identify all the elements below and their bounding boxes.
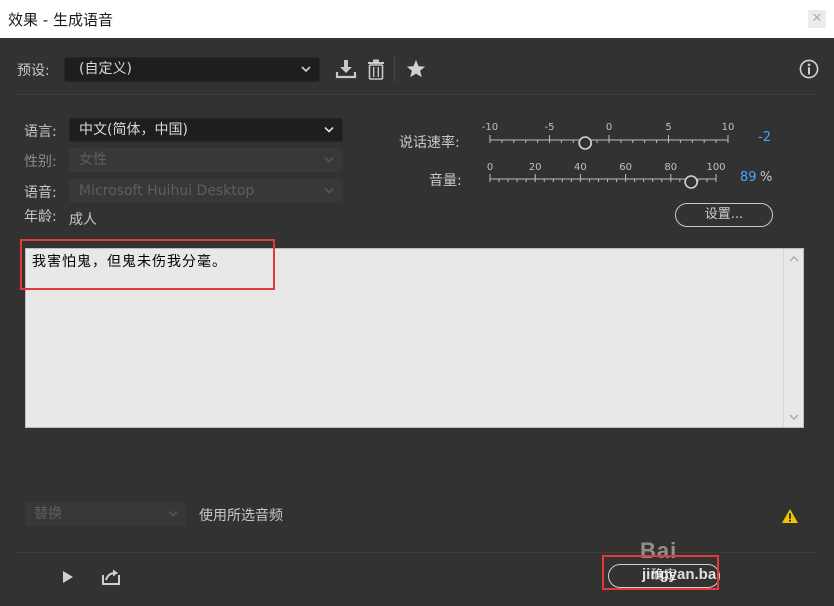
chevron-down-icon [300,58,312,81]
chevron-down-icon [323,149,335,171]
voice-value: Microsoft Huihui Desktop [79,183,255,199]
chevron-down-icon [323,180,335,202]
slider-tick-label: 5 [665,122,672,133]
volume-label: 音量: [429,173,462,189]
slider-tick-label: 0 [486,162,494,173]
language-label: 语言: [24,124,57,140]
delete-preset-icon[interactable] [365,58,387,80]
gender-dropdown: 女性 [69,148,343,172]
speed-slider[interactable] [480,134,736,154]
chevron-down-icon [167,502,179,526]
replace-dropdown: 替换 [25,502,186,526]
close-icon[interactable]: ✕ [808,10,826,28]
window-title: 效果 - 生成语音 [8,11,113,29]
slider-tick-label: 20 [528,162,542,173]
language-value: 中文(简体，中国) [79,122,188,138]
title-bar: 效果 - 生成语音 ✕ [0,0,834,38]
settings-button[interactable]: 设置... [675,203,773,227]
language-dropdown[interactable]: 中文(简体，中国) [69,118,343,142]
scroll-up-icon[interactable] [787,252,801,266]
volume-value[interactable]: 89 [740,170,757,185]
chevron-down-icon [323,119,335,141]
slider-tick-label: 80 [664,162,678,173]
preset-value: (自定义) [79,61,132,77]
age-value: 成人 [69,212,97,228]
toolbar-divider [394,56,395,82]
speed-value[interactable]: -2 [758,130,771,145]
vertical-scrollbar[interactable] [783,249,803,427]
slider-tick-label: 40 [574,162,587,173]
use-selected-audio-label: 使用所选音频 [199,508,283,524]
slider-handle[interactable] [684,175,698,189]
gender-label: 性别: [24,154,57,170]
favorite-icon[interactable] [405,58,427,80]
volume-unit: % [760,170,773,185]
preset-dropdown[interactable]: (自定义) [64,57,320,82]
slider-tick-label: 0 [605,122,613,133]
highlight-box [20,239,275,290]
replace-value: 替换 [34,506,62,522]
voice-dropdown: Microsoft Huihui Desktop [69,179,343,203]
footer-divider [15,552,817,553]
highlight-box [602,555,719,590]
export-icon[interactable] [101,569,121,585]
section-divider [15,94,817,95]
slider-tick-label: 100 [706,162,726,173]
speed-label: 说话速率: [399,135,460,151]
play-icon[interactable] [61,570,75,584]
slider-tick-label: 60 [619,162,632,173]
slider-tick-label: 10 [721,122,735,133]
age-label: 年龄: [24,209,57,225]
voice-label: 语音: [24,185,57,201]
slider-tick-label: -5 [544,122,555,133]
save-preset-icon[interactable] [335,58,357,80]
scroll-down-icon[interactable] [787,410,801,424]
info-icon[interactable] [799,59,819,79]
slider-tick-label: -10 [481,122,499,133]
slider-handle[interactable] [578,136,592,150]
preset-label: 预设: [17,63,50,79]
warning-icon [781,508,799,524]
volume-slider[interactable] [480,173,720,193]
gender-value: 女性 [79,152,107,168]
